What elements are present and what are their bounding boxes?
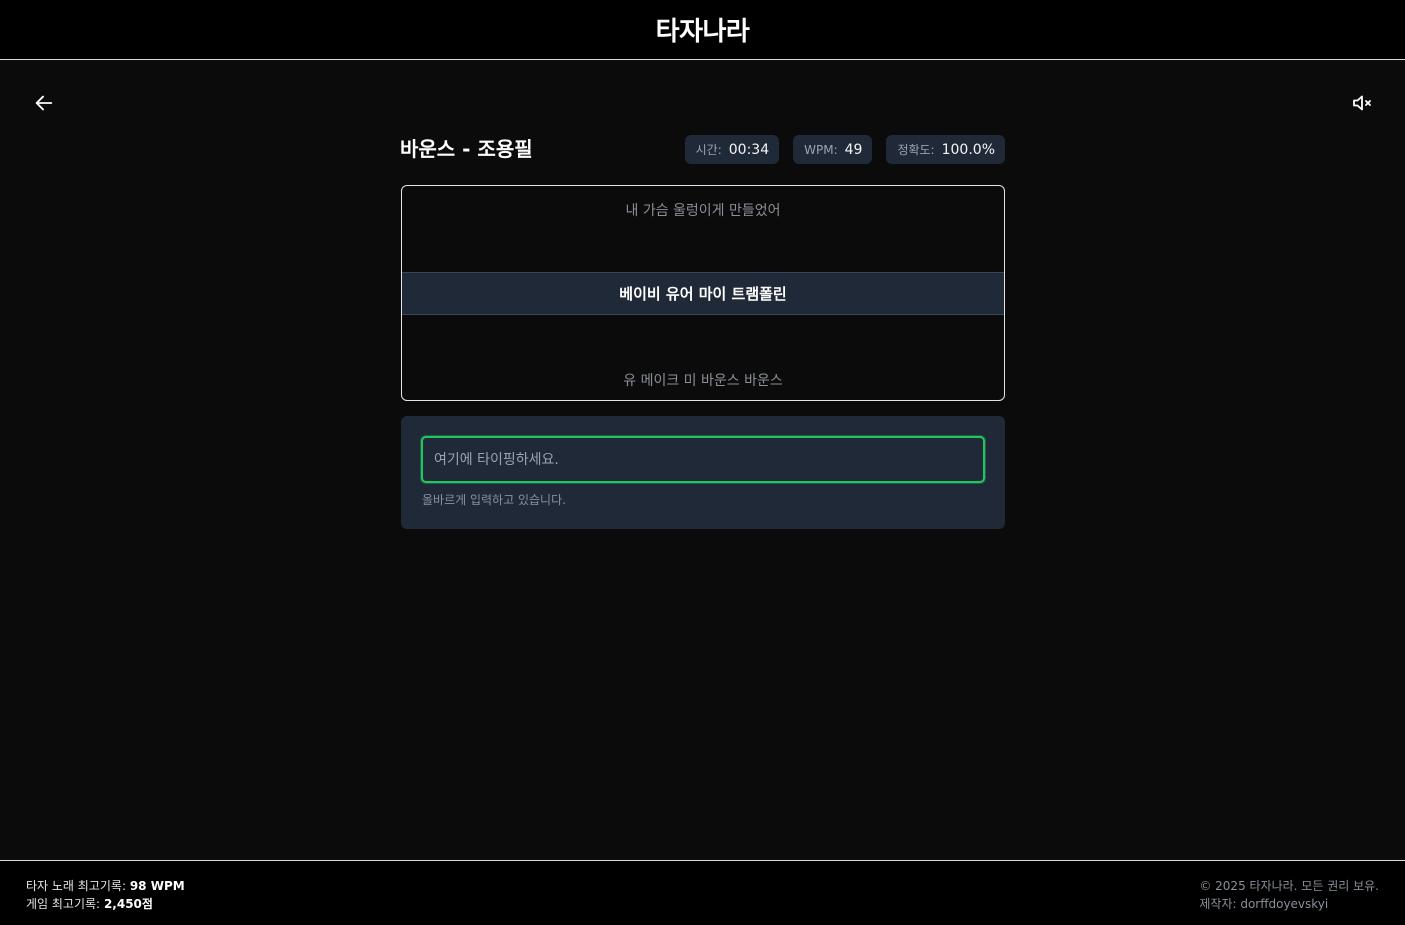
copyright: © 2025 타자나라. 모든 권리 보유.	[1199, 879, 1379, 893]
wpm-value: 49	[844, 141, 863, 158]
accuracy-value: 100.0%	[941, 141, 995, 158]
previous-lyric: 내 가슴 울렁이게 만들었어	[625, 203, 781, 219]
game-record-value: 2,450점	[103, 897, 153, 911]
accuracy-label: 정확도:	[897, 143, 935, 157]
site-logo[interactable]: 타자나라	[656, 11, 750, 48]
typing-panel: 올바르게 입력하고 있습니다.	[401, 416, 1005, 529]
current-lyric: 베이비 유어 마이 트램폴린	[402, 272, 1004, 315]
creator-credit: 제작자: dorffdoyevskyi	[1199, 897, 1329, 911]
back-button[interactable]	[30, 89, 58, 117]
accuracy-stat: 정확도: 100.0%	[886, 135, 1005, 164]
top-bar: 타자나라	[0, 0, 1405, 60]
game-record: 게임 최고기록: 2,450점	[26, 895, 185, 913]
song-record-label: 타자 노래 최고기록:	[26, 879, 126, 893]
records: 타자 노래 최고기록: 98 WPM 게임 최고기록: 2,450점	[26, 877, 185, 913]
song-record-value: 98 WPM	[129, 879, 185, 893]
time-stat: 시간: 00:34	[684, 135, 780, 164]
song-title: 바운스 - 조용필	[400, 137, 533, 161]
next-lyric: 유 메이크 미 바운스 바운스	[623, 373, 783, 389]
mute-button[interactable]	[1348, 89, 1376, 117]
footer: 타자 노래 최고기록: 98 WPM 게임 최고기록: 2,450점 © 202…	[0, 860, 1405, 925]
wpm-stat: WPM: 49	[793, 135, 873, 164]
time-label: 시간:	[695, 143, 722, 157]
typing-input[interactable]	[421, 436, 985, 483]
time-value: 00:34	[728, 141, 770, 158]
volume-muted-icon	[1353, 95, 1371, 111]
arrow-left-icon	[35, 95, 53, 111]
typing-status: 올바르게 입력하고 있습니다.	[422, 493, 566, 507]
footer-credits: © 2025 타자나라. 모든 권리 보유. 제작자: dorffdoyevsk…	[1199, 877, 1379, 913]
stats-bar: 시간: 00:34 WPM: 49 정확도: 100.0%	[684, 135, 1005, 164]
song-record: 타자 노래 최고기록: 98 WPM	[26, 877, 185, 895]
game-record-label: 게임 최고기록:	[26, 897, 101, 911]
wpm-label: WPM:	[804, 142, 838, 157]
lyrics-panel: 내 가슴 울렁이게 만들었어 베이비 유어 마이 트램폴린 유 메이크 미 바운…	[401, 185, 1005, 401]
